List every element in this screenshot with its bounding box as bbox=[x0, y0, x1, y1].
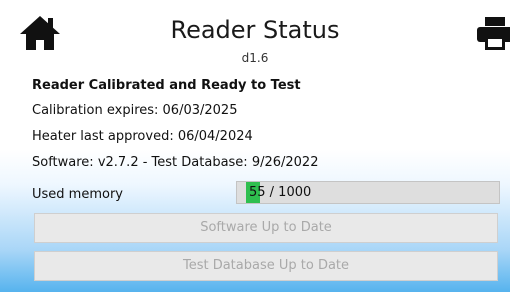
software-update-button[interactable]: Software Up to Date bbox=[34, 213, 498, 243]
printer-icon bbox=[477, 17, 510, 50]
print-button[interactable] bbox=[476, 16, 510, 52]
memory-label: Used memory bbox=[32, 187, 123, 202]
memory-progress-bar: 55 / 1000 bbox=[236, 181, 500, 204]
database-update-button[interactable]: Test Database Up to Date bbox=[34, 251, 498, 281]
status-headline: Reader Calibrated and Ready to Test bbox=[32, 78, 301, 93]
page-title: Reader Status bbox=[170, 16, 340, 44]
memory-count: 55 / 1000 bbox=[249, 185, 312, 200]
calibration-expiry: Calibration expires: 06/03/2025 bbox=[32, 103, 238, 118]
heater-approval: Heater last approved: 06/04/2024 bbox=[32, 129, 253, 144]
reader-status-screen: Reader Status d1.6 Reader Calibrated and… bbox=[0, 0, 510, 292]
software-version: Software: v2.7.2 - Test Database: 9/26/2… bbox=[32, 155, 319, 170]
version-label: d1.6 bbox=[241, 51, 269, 65]
